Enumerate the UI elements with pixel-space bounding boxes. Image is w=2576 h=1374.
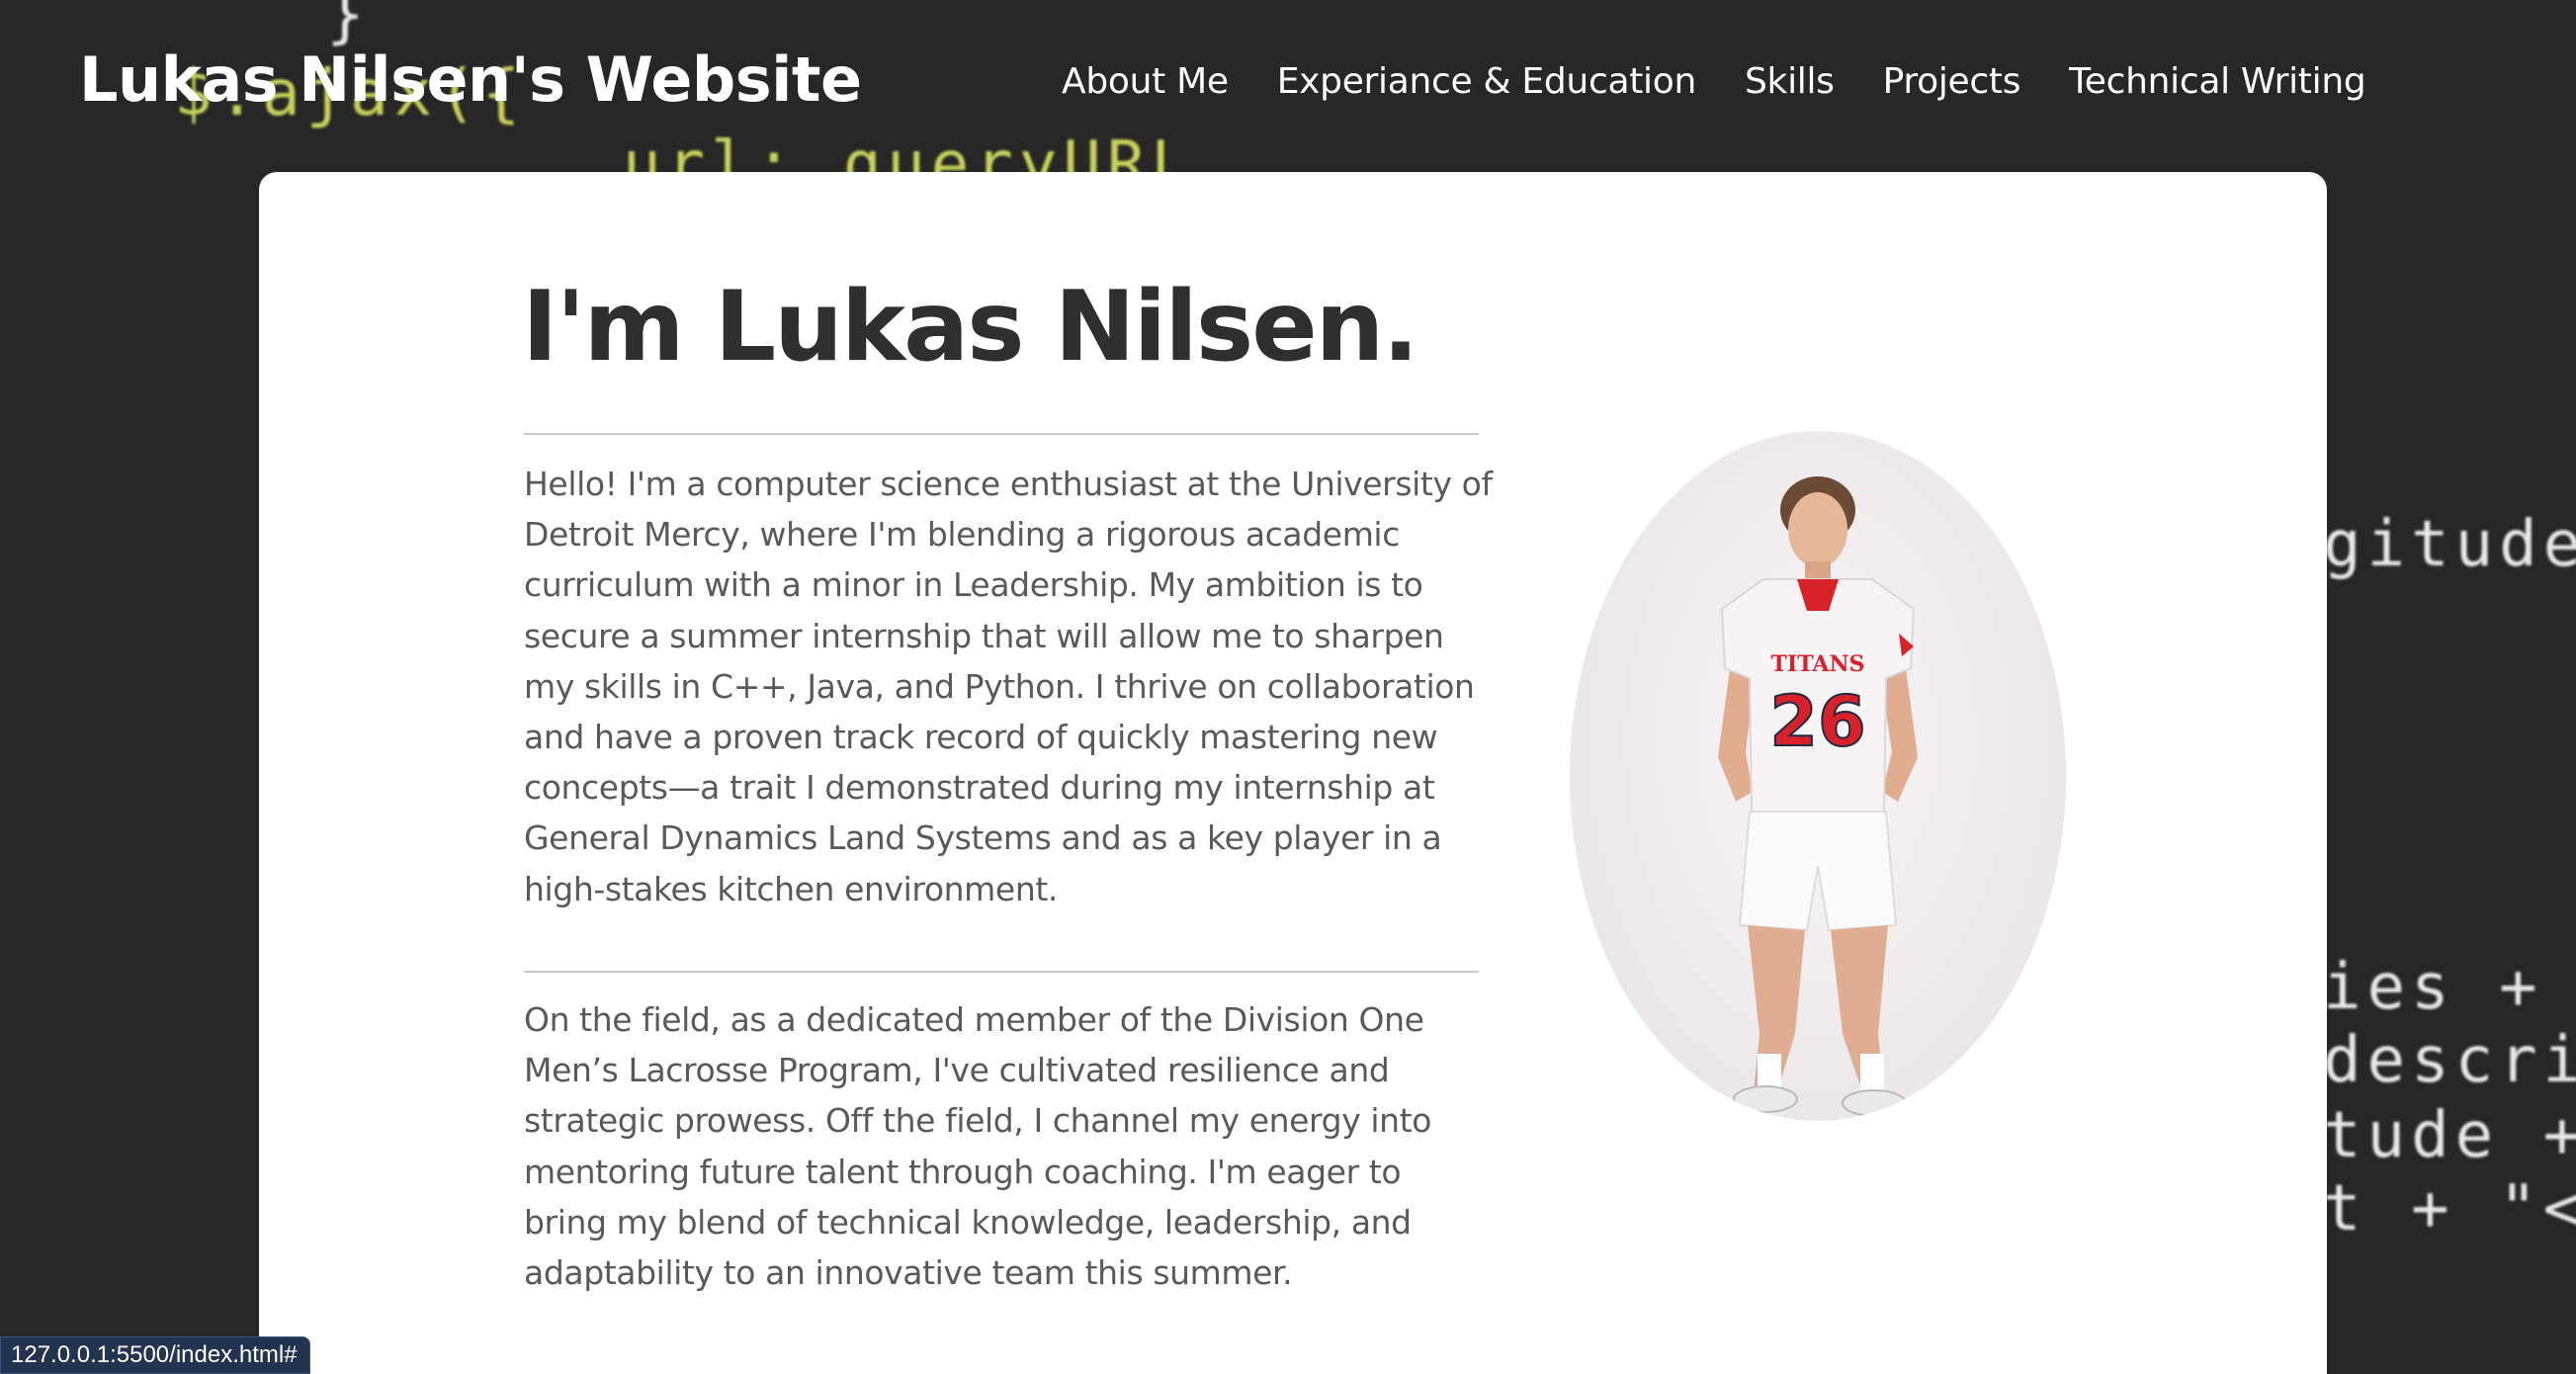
code-line: ies + "< bbox=[2323, 951, 2543, 1024]
bio-paragraph: Hello! I'm a computer science enthusiast… bbox=[524, 465, 1493, 908]
nav-link-skills[interactable]: Skills bbox=[1745, 61, 1835, 102]
nav-item-about-me: About Me bbox=[1062, 61, 1229, 102]
nav-item-projects: Projects bbox=[1883, 61, 2021, 102]
nav-link-experience-education[interactable]: Experiance & Education bbox=[1277, 61, 1697, 102]
nav-link-about-me[interactable]: About Me bbox=[1062, 61, 1229, 102]
nav-item-technical-writing: Technical Writing bbox=[2069, 61, 2366, 102]
site-title[interactable]: Lukas Nilsen's Website bbox=[79, 43, 862, 116]
jersey-team-label: TITANS bbox=[1771, 651, 1865, 677]
bio-paragraph: On the field, as a dedicated member of t… bbox=[524, 1000, 1432, 1293]
code-line: tude + bbox=[2323, 1099, 2576, 1172]
divider bbox=[524, 433, 1479, 435]
nav-link-projects[interactable]: Projects bbox=[1883, 61, 2021, 102]
code-line: t + "</ bbox=[2323, 1172, 2576, 1245]
divider bbox=[524, 971, 1479, 973]
nav-link-technical-writing[interactable]: Technical Writing bbox=[2069, 61, 2366, 102]
nav-item-skills: Skills bbox=[1745, 61, 1835, 102]
about-card: I'm Lukas Nilsen. Hello! I'm a computer … bbox=[259, 172, 2327, 1374]
code-line: gitude] bbox=[2323, 508, 2576, 581]
profile-photo: TITANS 26 bbox=[1570, 431, 2066, 1121]
jersey-number: 26 bbox=[1769, 681, 1865, 762]
page: } $.ajax({ url: queryURL gitude] ies + "… bbox=[0, 0, 2576, 1374]
nav-item-experience-education: Experiance & Education bbox=[1277, 61, 1697, 102]
status-bar-url: 127.0.0.1:5500/index.html# bbox=[0, 1336, 310, 1374]
code-line: descrip bbox=[2323, 1024, 2576, 1097]
page-headline: I'm Lukas Nilsen. bbox=[522, 271, 1419, 384]
main-nav: About Me Experiance & Education Skills P… bbox=[1062, 61, 2366, 102]
